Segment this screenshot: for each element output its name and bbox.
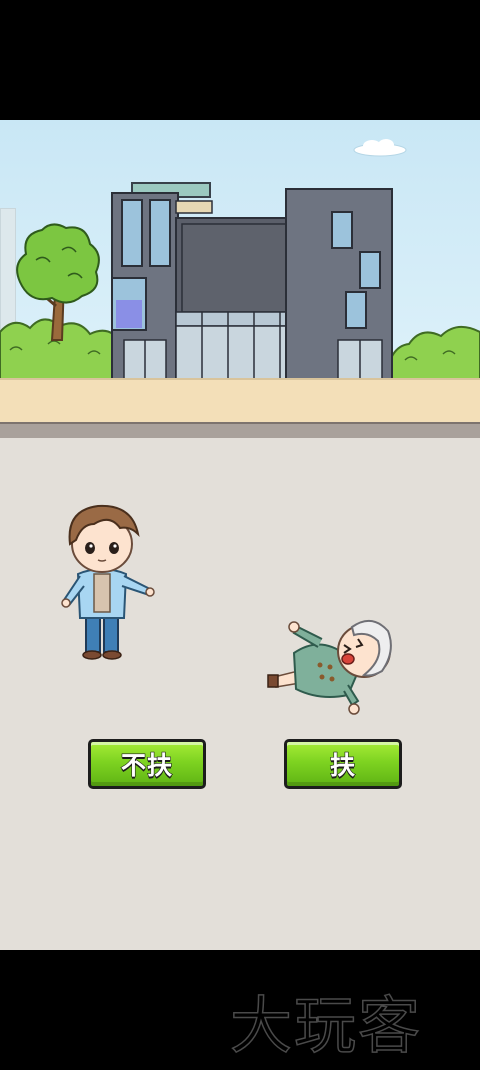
cloud [353,139,407,157]
game-scene [0,120,480,950]
top-letterbox [0,0,480,120]
fallen-grandma-character[interactable] [267,605,398,723]
dont-help-button[interactable]: 不扶 [88,739,206,789]
watermark: 大玩客 [229,988,423,1063]
help-label: 扶 [329,750,356,780]
boy-character[interactable] [58,500,156,662]
help-button[interactable]: 扶 [284,739,402,789]
dont-help-label: 不扶 [120,750,173,780]
building [111,182,393,381]
bushes-right [383,325,480,383]
tree [16,223,100,341]
